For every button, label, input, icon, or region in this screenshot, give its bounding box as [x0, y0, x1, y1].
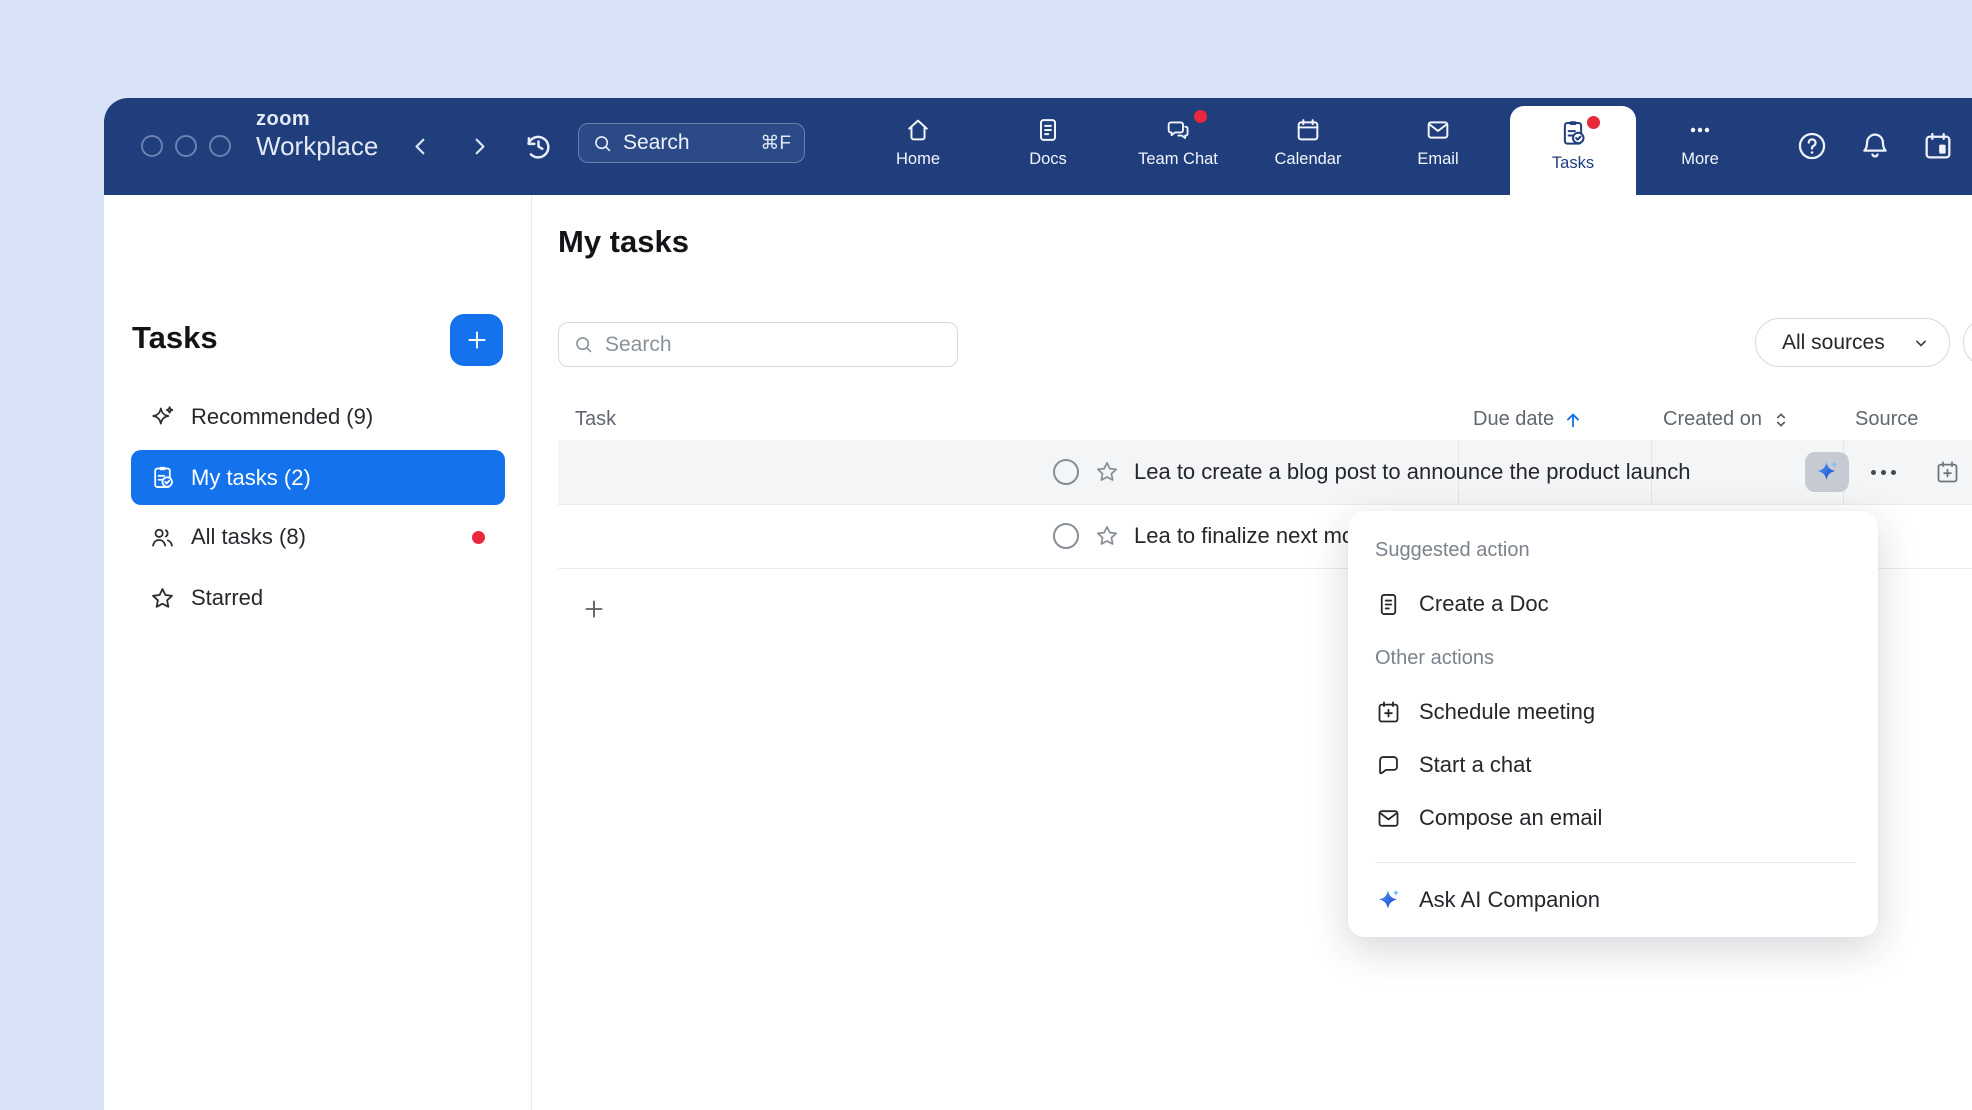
envelope-icon	[1375, 805, 1402, 832]
sidebar-item-label: Starred	[191, 585, 263, 611]
menu-item-ask-ai-companion[interactable]: Ask AI Companion	[1375, 879, 1858, 921]
chevron-down-icon	[1911, 333, 1931, 353]
task-complete-checkbox[interactable]	[1053, 523, 1079, 549]
task-search-box[interactable]	[558, 322, 958, 367]
all-tasks-badge	[472, 531, 485, 544]
ai-companion-button-active[interactable]	[1805, 452, 1849, 492]
more-ellipsis-icon	[1686, 116, 1714, 144]
global-search-box[interactable]: Search ⌘F	[578, 123, 805, 163]
chat-icon	[1375, 752, 1402, 779]
ai-sparkle-icon	[1814, 459, 1840, 485]
plus-icon	[581, 596, 607, 622]
tasks-icon	[1558, 118, 1588, 148]
menu-item-compose-an-email[interactable]: Compose an email	[1375, 797, 1858, 839]
star-icon[interactable]	[1094, 459, 1120, 485]
calendar-icon	[1294, 116, 1322, 144]
calendar-plus-icon	[1375, 699, 1402, 726]
nav-tasks-active-tab[interactable]: Tasks	[1510, 106, 1636, 195]
sidebar-item-label: Recommended (9)	[191, 404, 373, 430]
star-icon	[149, 585, 176, 612]
page-title: My tasks	[558, 224, 689, 260]
column-header-due-date[interactable]: Due date	[1473, 408, 1584, 431]
schedule-calendar-icon[interactable]	[1921, 129, 1955, 163]
notifications-bell-icon[interactable]	[1858, 129, 1892, 163]
sparkle-icon	[149, 404, 176, 431]
search-placeholder: Search	[623, 131, 760, 155]
sidebar-item-starred[interactable]: Starred	[131, 574, 505, 622]
logo-workplace: Workplace	[256, 133, 378, 159]
search-icon	[573, 334, 594, 355]
add-task-inline-button[interactable]	[581, 596, 607, 622]
help-icon[interactable]	[1795, 129, 1829, 163]
menu-section-label: Other actions	[1375, 647, 1494, 670]
task-complete-checkbox[interactable]	[1053, 459, 1079, 485]
task-title[interactable]: Lea to create a blog post to announce th…	[1134, 459, 1691, 485]
all-sources-label: All sources	[1782, 331, 1885, 355]
nav-calendar[interactable]: Calendar	[1253, 110, 1363, 190]
desktop: zoom Workplace Search ⌘F	[0, 0, 1972, 1110]
nav-team-chat[interactable]: Team Chat	[1123, 110, 1233, 190]
tasks-sidebar: Tasks Recommended (9)	[104, 195, 532, 1110]
back-chevron-icon[interactable]	[407, 133, 434, 160]
sidebar-item-recommended[interactable]: Recommended (9)	[131, 393, 505, 441]
column-header-source[interactable]: Source	[1855, 408, 1918, 431]
menu-section-label: Suggested action	[1375, 539, 1530, 562]
row-more-actions-button[interactable]	[1861, 460, 1905, 484]
nav-more[interactable]: More	[1645, 110, 1755, 190]
nav-docs[interactable]: Docs	[993, 110, 1103, 190]
nav-email[interactable]: Email	[1383, 110, 1493, 190]
search-shortcut: ⌘F	[760, 132, 791, 155]
history-icon[interactable]	[521, 129, 556, 164]
sidebar-item-all-tasks[interactable]: All tasks (8)	[131, 513, 505, 561]
star-icon[interactable]	[1094, 523, 1120, 549]
menu-divider	[1375, 862, 1856, 863]
table-header: Task Due date Created on Source	[558, 400, 1972, 441]
all-sources-dropdown[interactable]: All sources	[1755, 318, 1950, 367]
zoom-workplace-logo: zoom Workplace	[256, 109, 378, 159]
top-bar: zoom Workplace Search ⌘F	[104, 98, 1972, 195]
add-due-date-icon[interactable]	[1934, 459, 1961, 486]
suggested-actions-menu: Suggested action Create a Doc Other acti…	[1348, 511, 1878, 937]
people-icon	[149, 524, 176, 551]
plus-icon	[464, 327, 490, 353]
team-chat-badge	[1194, 110, 1207, 123]
forward-chevron-icon[interactable]	[466, 133, 493, 160]
sidebar-item-label: All tasks (8)	[191, 524, 306, 550]
sidebar-title: Tasks	[132, 320, 218, 356]
tasks-badge	[1587, 116, 1600, 129]
docs-icon	[1034, 116, 1062, 144]
window-control-dot[interactable]	[175, 135, 197, 157]
sidebar-item-label: My tasks (2)	[191, 465, 311, 491]
add-task-button[interactable]	[450, 314, 503, 366]
filter-button-clipped[interactable]	[1963, 318, 1972, 367]
doc-icon	[1375, 591, 1402, 618]
sort-ascending-icon	[1562, 409, 1584, 431]
window-control-dot[interactable]	[209, 135, 231, 157]
clipboard-check-icon	[149, 464, 176, 491]
menu-item-schedule-meeting[interactable]: Schedule meeting	[1375, 691, 1858, 733]
column-header-created-on[interactable]: Created on	[1663, 408, 1792, 431]
nav-home[interactable]: Home	[863, 110, 973, 190]
task-search-input[interactable]	[603, 332, 943, 358]
menu-item-create-a-doc[interactable]: Create a Doc	[1375, 583, 1858, 625]
sort-both-icon	[1770, 409, 1792, 431]
sidebar-item-my-tasks[interactable]: My tasks (2)	[131, 450, 505, 505]
app-window: zoom Workplace Search ⌘F	[104, 98, 1972, 1110]
search-icon	[592, 133, 613, 154]
ai-sparkle-icon	[1375, 887, 1402, 914]
logo-zoom: zoom	[256, 109, 378, 129]
home-icon	[904, 116, 932, 144]
menu-item-start-a-chat[interactable]: Start a chat	[1375, 744, 1858, 786]
task-row[interactable]: Lea to create a blog post to announce th…	[558, 440, 1972, 505]
column-header-task[interactable]: Task	[575, 408, 616, 431]
email-icon	[1424, 116, 1452, 144]
team-chat-icon	[1164, 116, 1192, 144]
window-control-dot[interactable]	[141, 135, 163, 157]
